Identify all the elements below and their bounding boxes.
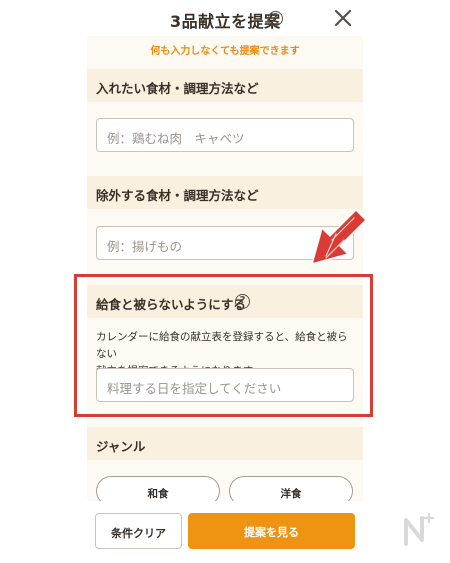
highlight-frame: [74, 274, 373, 417]
clear-conditions-label: 条件クリア: [111, 527, 166, 540]
brand-logo-icon: [404, 512, 435, 546]
include-label: 入れたい食材・調理方法など: [96, 81, 259, 96]
exclude-placeholder: 例：揚げもの: [107, 239, 183, 254]
genre-option-label: 洋食: [280, 488, 302, 500]
include-placeholder: 例：鶏むね肉 キャベツ: [107, 131, 245, 146]
include-input[interactable]: 例：鶏むね肉 キャベツ: [96, 118, 354, 152]
genre-section-header: ジャンル: [87, 427, 363, 460]
pointer-arrow-icon: [311, 209, 367, 265]
include-section-header: 入れたい食材・調理方法など: [87, 69, 363, 102]
notice-text: 何も入力しなくても提案できます: [150, 46, 300, 57]
genre-label: ジャンル: [96, 439, 146, 454]
submit-suggestions-label: 提案を見る: [244, 526, 299, 539]
genre-option-label: 和食: [147, 488, 169, 500]
page-title: 3品献立を提案: [170, 12, 281, 31]
close-icon[interactable]: [333, 8, 353, 28]
modal-header: 3品献立を提案 ?: [0, 0, 450, 36]
submit-suggestions-button[interactable]: 提案を見る: [188, 513, 355, 549]
exclude-label: 除外する食材・調理方法など: [96, 188, 259, 203]
help-icon[interactable]: ?: [268, 11, 283, 26]
clear-conditions-button[interactable]: 条件クリア: [95, 513, 182, 549]
